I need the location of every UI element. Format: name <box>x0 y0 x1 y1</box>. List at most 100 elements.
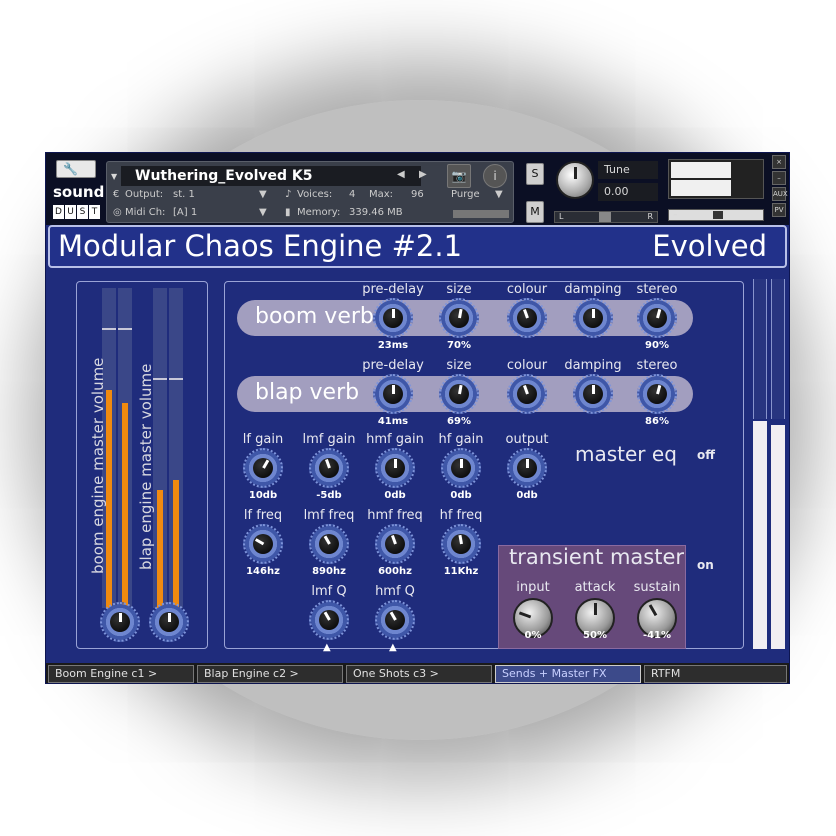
blap-fader-left[interactable] <box>153 288 167 608</box>
eq-lmf-Q-knob[interactable] <box>309 600 349 640</box>
boom-verb-pre-delay-knob[interactable] <box>373 298 413 338</box>
prev-arrow-icon[interactable]: ◀ <box>397 168 405 182</box>
camera-icon[interactable]: 📷 <box>447 164 471 188</box>
pan-slider[interactable]: L R <box>554 211 658 223</box>
meter-track-right <box>771 279 785 419</box>
plugin-window: 🔧 sound D U S T ▼ Wuthering_Evolved K5 ◀… <box>45 152 790 684</box>
eq-lmf-gain-knob[interactable] <box>309 448 349 488</box>
eq-output-knob[interactable] <box>507 448 547 488</box>
logo-letter: T <box>89 205 100 219</box>
blap-verb-stereo-knob[interactable] <box>637 374 677 414</box>
edition-title: Evolved <box>652 229 767 263</box>
tab-rtfm[interactable]: RTFM <box>644 665 787 683</box>
boom-verb-size-knob[interactable] <box>439 298 479 338</box>
tab-one-shots-c3[interactable]: One Shots c3 > <box>346 665 492 683</box>
transient-sustain-value: -41% <box>642 630 672 641</box>
dropdown-arrow-icon[interactable]: ▼ <box>259 188 267 202</box>
blap-verb-label: blap verb <box>255 380 360 405</box>
next-arrow-icon[interactable]: ▶ <box>419 168 427 182</box>
boom-verb-colour-knob[interactable] <box>507 298 547 338</box>
boom-verb-stereo-value: 90% <box>645 340 669 351</box>
q-marker-icon: ▲ <box>389 642 397 653</box>
collapse-icon[interactable]: ▼ <box>111 172 117 181</box>
eq-lf-freq-knob[interactable] <box>243 524 283 564</box>
eq-hf-gain-knob[interactable] <box>441 448 481 488</box>
pan-right-label: R <box>647 212 653 221</box>
transient-sustain-label: sustain <box>633 580 681 595</box>
blap-fader-right[interactable] <box>169 288 183 608</box>
blap-verb-colour-knob[interactable] <box>507 374 547 414</box>
meter-right <box>671 180 731 196</box>
transient-master-panel: transient master input 0% attack 50% sustain… <box>498 545 686 649</box>
transient-toggle[interactable]: on <box>697 558 714 572</box>
boom-verb-stereo-label: stereo <box>636 282 678 297</box>
blap-verb-pre-delay-knob[interactable] <box>373 374 413 414</box>
boom-verb-size-value: 70% <box>447 340 471 351</box>
aux-button[interactable]: AUX <box>772 187 788 201</box>
blap-verb-damping-knob[interactable] <box>573 374 613 414</box>
eq-hmf-Q-knob[interactable] <box>375 600 415 640</box>
wrench-button[interactable]: 🔧 <box>56 160 96 178</box>
boom-volume-knob[interactable] <box>100 602 140 642</box>
meter-track-left <box>753 279 767 419</box>
midi-select[interactable]: [A] 1 <box>173 206 197 220</box>
tune-knob[interactable] <box>556 161 594 199</box>
boom-verb-damping-knob[interactable] <box>573 298 613 338</box>
voices-label: Voices: <box>297 189 333 200</box>
solo-button[interactable]: S <box>526 163 544 185</box>
q-marker-icon: ▲ <box>323 642 331 653</box>
tune-value[interactable]: 0.00 <box>598 183 658 201</box>
eq-hf-freq-knob[interactable] <box>441 524 481 564</box>
eq-hmf-gain-knob[interactable] <box>375 448 415 488</box>
tab-bar: Boom Engine c1 > Blap Engine c2 > One Shot… <box>46 663 789 683</box>
meter-fill-left <box>753 421 767 649</box>
volume-minus: – <box>673 210 678 220</box>
dropdown-arrow-icon[interactable]: ▼ <box>259 206 267 220</box>
master-eq-toggle[interactable]: off <box>697 448 715 462</box>
fader-tick <box>153 378 167 380</box>
purge-button[interactable]: Purge <box>451 188 480 202</box>
fader-tick <box>118 328 132 330</box>
boom-verb-stereo-knob[interactable] <box>637 298 677 338</box>
logo-text: sound <box>53 183 105 201</box>
eq-hf-freq-value: 11Khz <box>443 566 479 577</box>
tab-boom-engine-c1[interactable]: Boom Engine c1 > <box>48 665 194 683</box>
eq-output-label: output <box>505 432 549 447</box>
eq-lf-gain-knob[interactable] <box>243 448 283 488</box>
level-fill <box>157 489 163 608</box>
max-value[interactable]: 96 <box>411 188 424 202</box>
close-button[interactable]: × <box>772 155 786 169</box>
blap-verb-size-knob[interactable] <box>439 374 479 414</box>
blap-volume-knob[interactable] <box>149 602 189 642</box>
pv-button[interactable]: PV <box>772 203 786 217</box>
tab-blap-engine-c2[interactable]: Blap Engine c2 > <box>197 665 343 683</box>
output-level-meter <box>749 279 787 651</box>
tab-sends-master-fx[interactable]: Sends + Master FX <box>495 665 641 683</box>
eq-hmf-freq-knob[interactable] <box>375 524 415 564</box>
mute-button[interactable]: M <box>526 201 544 223</box>
eq-hf-freq-label: hf freq <box>439 508 483 523</box>
instrument-name[interactable]: Wuthering_Evolved K5 <box>121 166 421 186</box>
eq-output-value: 0db <box>516 490 538 501</box>
minimize-button[interactable]: – <box>772 171 786 185</box>
transient-title: transient master <box>509 545 685 569</box>
kontakt-header: 🔧 sound D U S T ▼ Wuthering_Evolved K5 ◀… <box>46 153 789 225</box>
eq-lmf-freq-knob[interactable] <box>309 524 349 564</box>
instrument-panel: ▼ Wuthering_Evolved K5 ◀ ▶ 📷 i € Output:… <box>106 161 514 223</box>
pan-handle[interactable] <box>599 212 611 222</box>
page-title: Modular Chaos Engine #2.1 <box>58 229 463 263</box>
volume-handle[interactable] <box>713 211 723 219</box>
blap-volume-label: blap engine master volume <box>137 363 155 570</box>
boom-verb-label: boom verb <box>255 304 374 329</box>
master-volume-panel: boom engine master volume blap engine ma… <box>76 281 208 649</box>
boom-volume-label: boom engine master volume <box>89 357 107 574</box>
volume-slider[interactable]: – <box>668 209 764 221</box>
level-fill <box>173 480 179 608</box>
midi-label: Midi Ch: <box>125 207 166 218</box>
output-select[interactable]: st. 1 <box>173 188 195 202</box>
info-icon[interactable]: i <box>483 164 507 188</box>
boom-fader-right[interactable] <box>118 288 132 608</box>
output-icon: € <box>113 189 120 200</box>
dropdown-arrow-icon[interactable]: ▼ <box>495 188 503 202</box>
memory-value: 339.46 MB <box>349 207 403 218</box>
